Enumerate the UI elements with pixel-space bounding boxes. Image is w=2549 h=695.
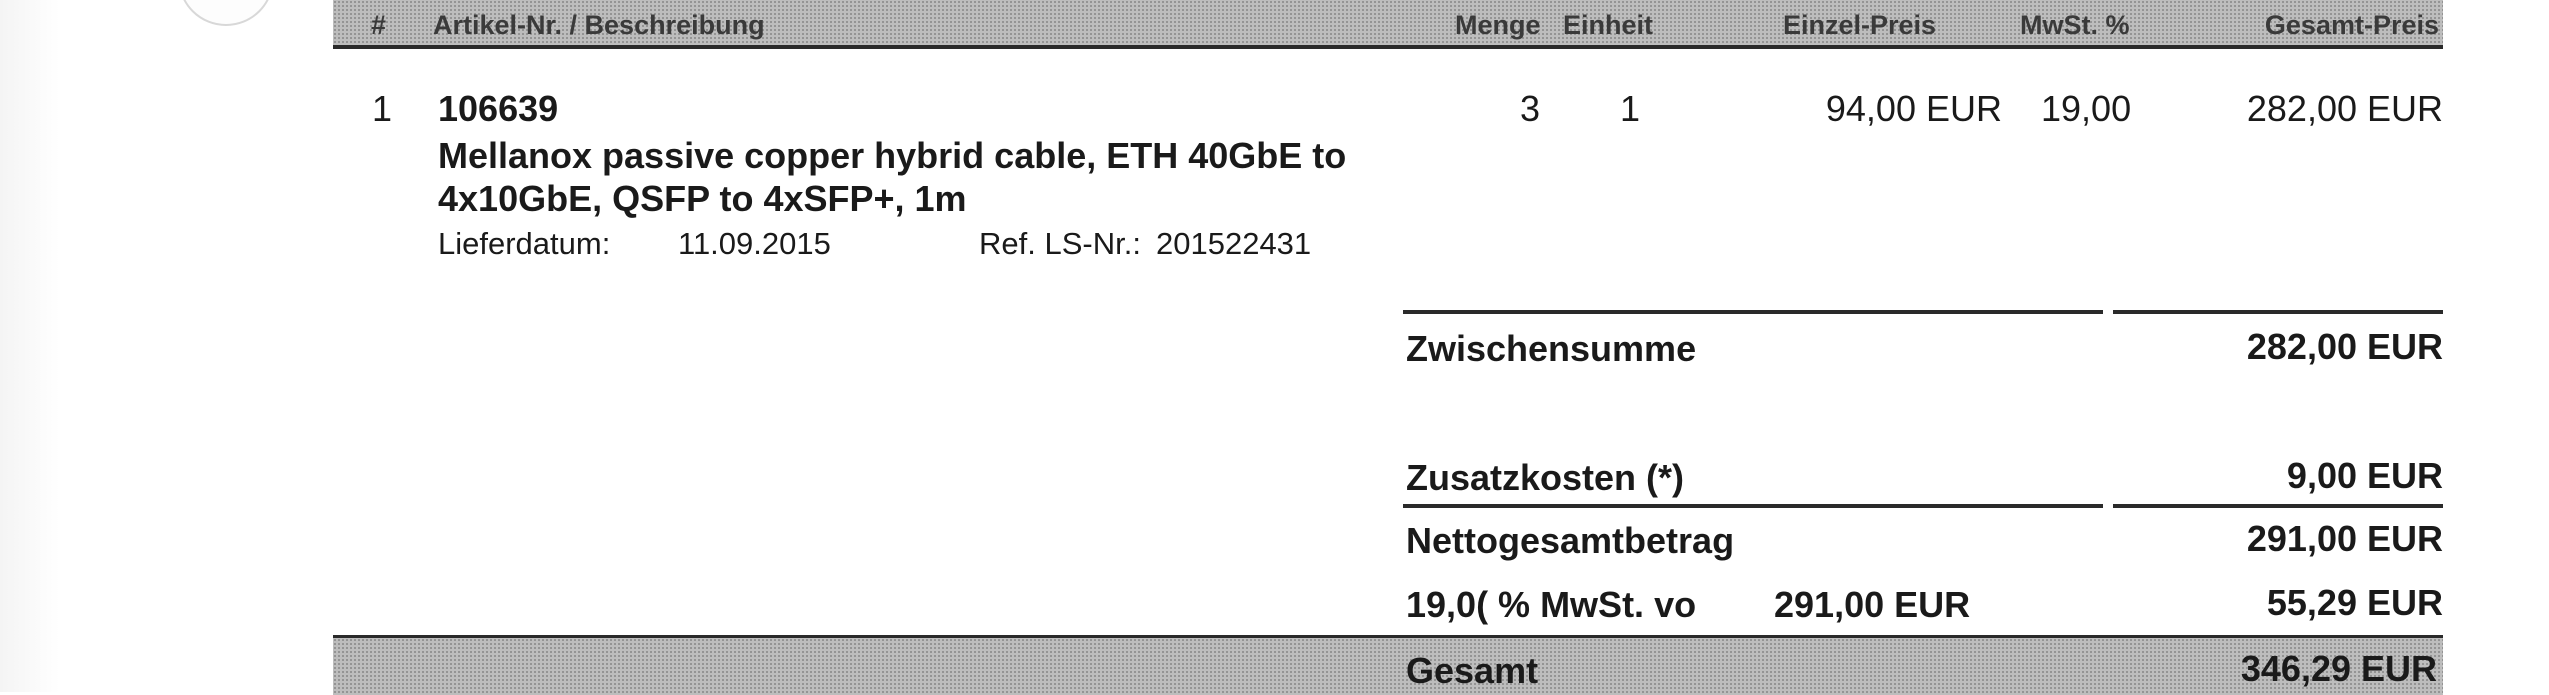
grand-total-bar: Gesamt 346,29 EUR [333, 635, 2443, 695]
article-number: 106639 [438, 88, 559, 129]
header-col-num: # [371, 10, 387, 40]
subtotal-label: Zwischensumme [1406, 328, 1697, 369]
summary-rule-top-right [2113, 310, 2443, 314]
delivery-date-label: Lieferdatum: [438, 226, 611, 261]
header-col-article: Artikel-Nr. / Beschreibung [433, 10, 765, 40]
subtotal-value: 282,00 EUR [2246, 326, 2443, 367]
vat-value: 55,29 EUR [2266, 582, 2443, 623]
delivery-date: 11.09.2015 [678, 226, 831, 261]
net-total-label: Nettogesamtbetrag [1406, 520, 1735, 561]
summary-rule-top-left [1403, 310, 2103, 314]
table-header: # Artikel-Nr. / Beschreibung Menge Einhe… [333, 0, 2443, 49]
description-line-1: Mellanox passive copper hybrid cable, ET… [438, 135, 1347, 176]
extra-costs-label: Zusatzkosten (*) [1406, 457, 1685, 498]
summary-rule-mid-left [1403, 504, 2103, 508]
row-unit: 1 [1620, 88, 1641, 129]
extra-costs-value: 9,00 EUR [2286, 455, 2443, 496]
header-col-total-price: Gesamt-Preis [2264, 10, 2439, 40]
ref-ls-label: Ref. LS-Nr.: [979, 226, 1141, 261]
header-col-vat: MwSt. % [2020, 10, 2130, 40]
punch-hole [178, 0, 274, 26]
row-total-price: 282,00 EUR [2246, 88, 2443, 129]
grand-total-label: Gesamt [1406, 650, 1539, 691]
scan-shadow [0, 0, 60, 692]
net-total-value: 291,00 EUR [2246, 518, 2443, 559]
summary-rule-mid-right [2113, 504, 2443, 508]
grand-total-value: 346,29 EUR [2240, 648, 2437, 689]
header-col-unit-price: Einzel-Preis [1783, 10, 1937, 40]
header-col-unit: Einheit [1563, 10, 1654, 40]
description-line-2: 4x10GbE, QSFP to 4xSFP+, 1m [438, 178, 967, 219]
header-col-qty: Menge [1455, 10, 1541, 40]
row-vat: 19,00 [2041, 88, 2132, 129]
ref-ls-number: 201522431 [1156, 226, 1312, 261]
row-quantity: 3 [1520, 88, 1541, 129]
row-position: 1 [372, 88, 393, 129]
vat-label: 19,0( % MwSt. vo [1406, 584, 1697, 625]
row-unit-price: 94,00 EUR [1825, 88, 2002, 129]
vat-base-amount: 291,00 EUR [1774, 584, 1971, 625]
